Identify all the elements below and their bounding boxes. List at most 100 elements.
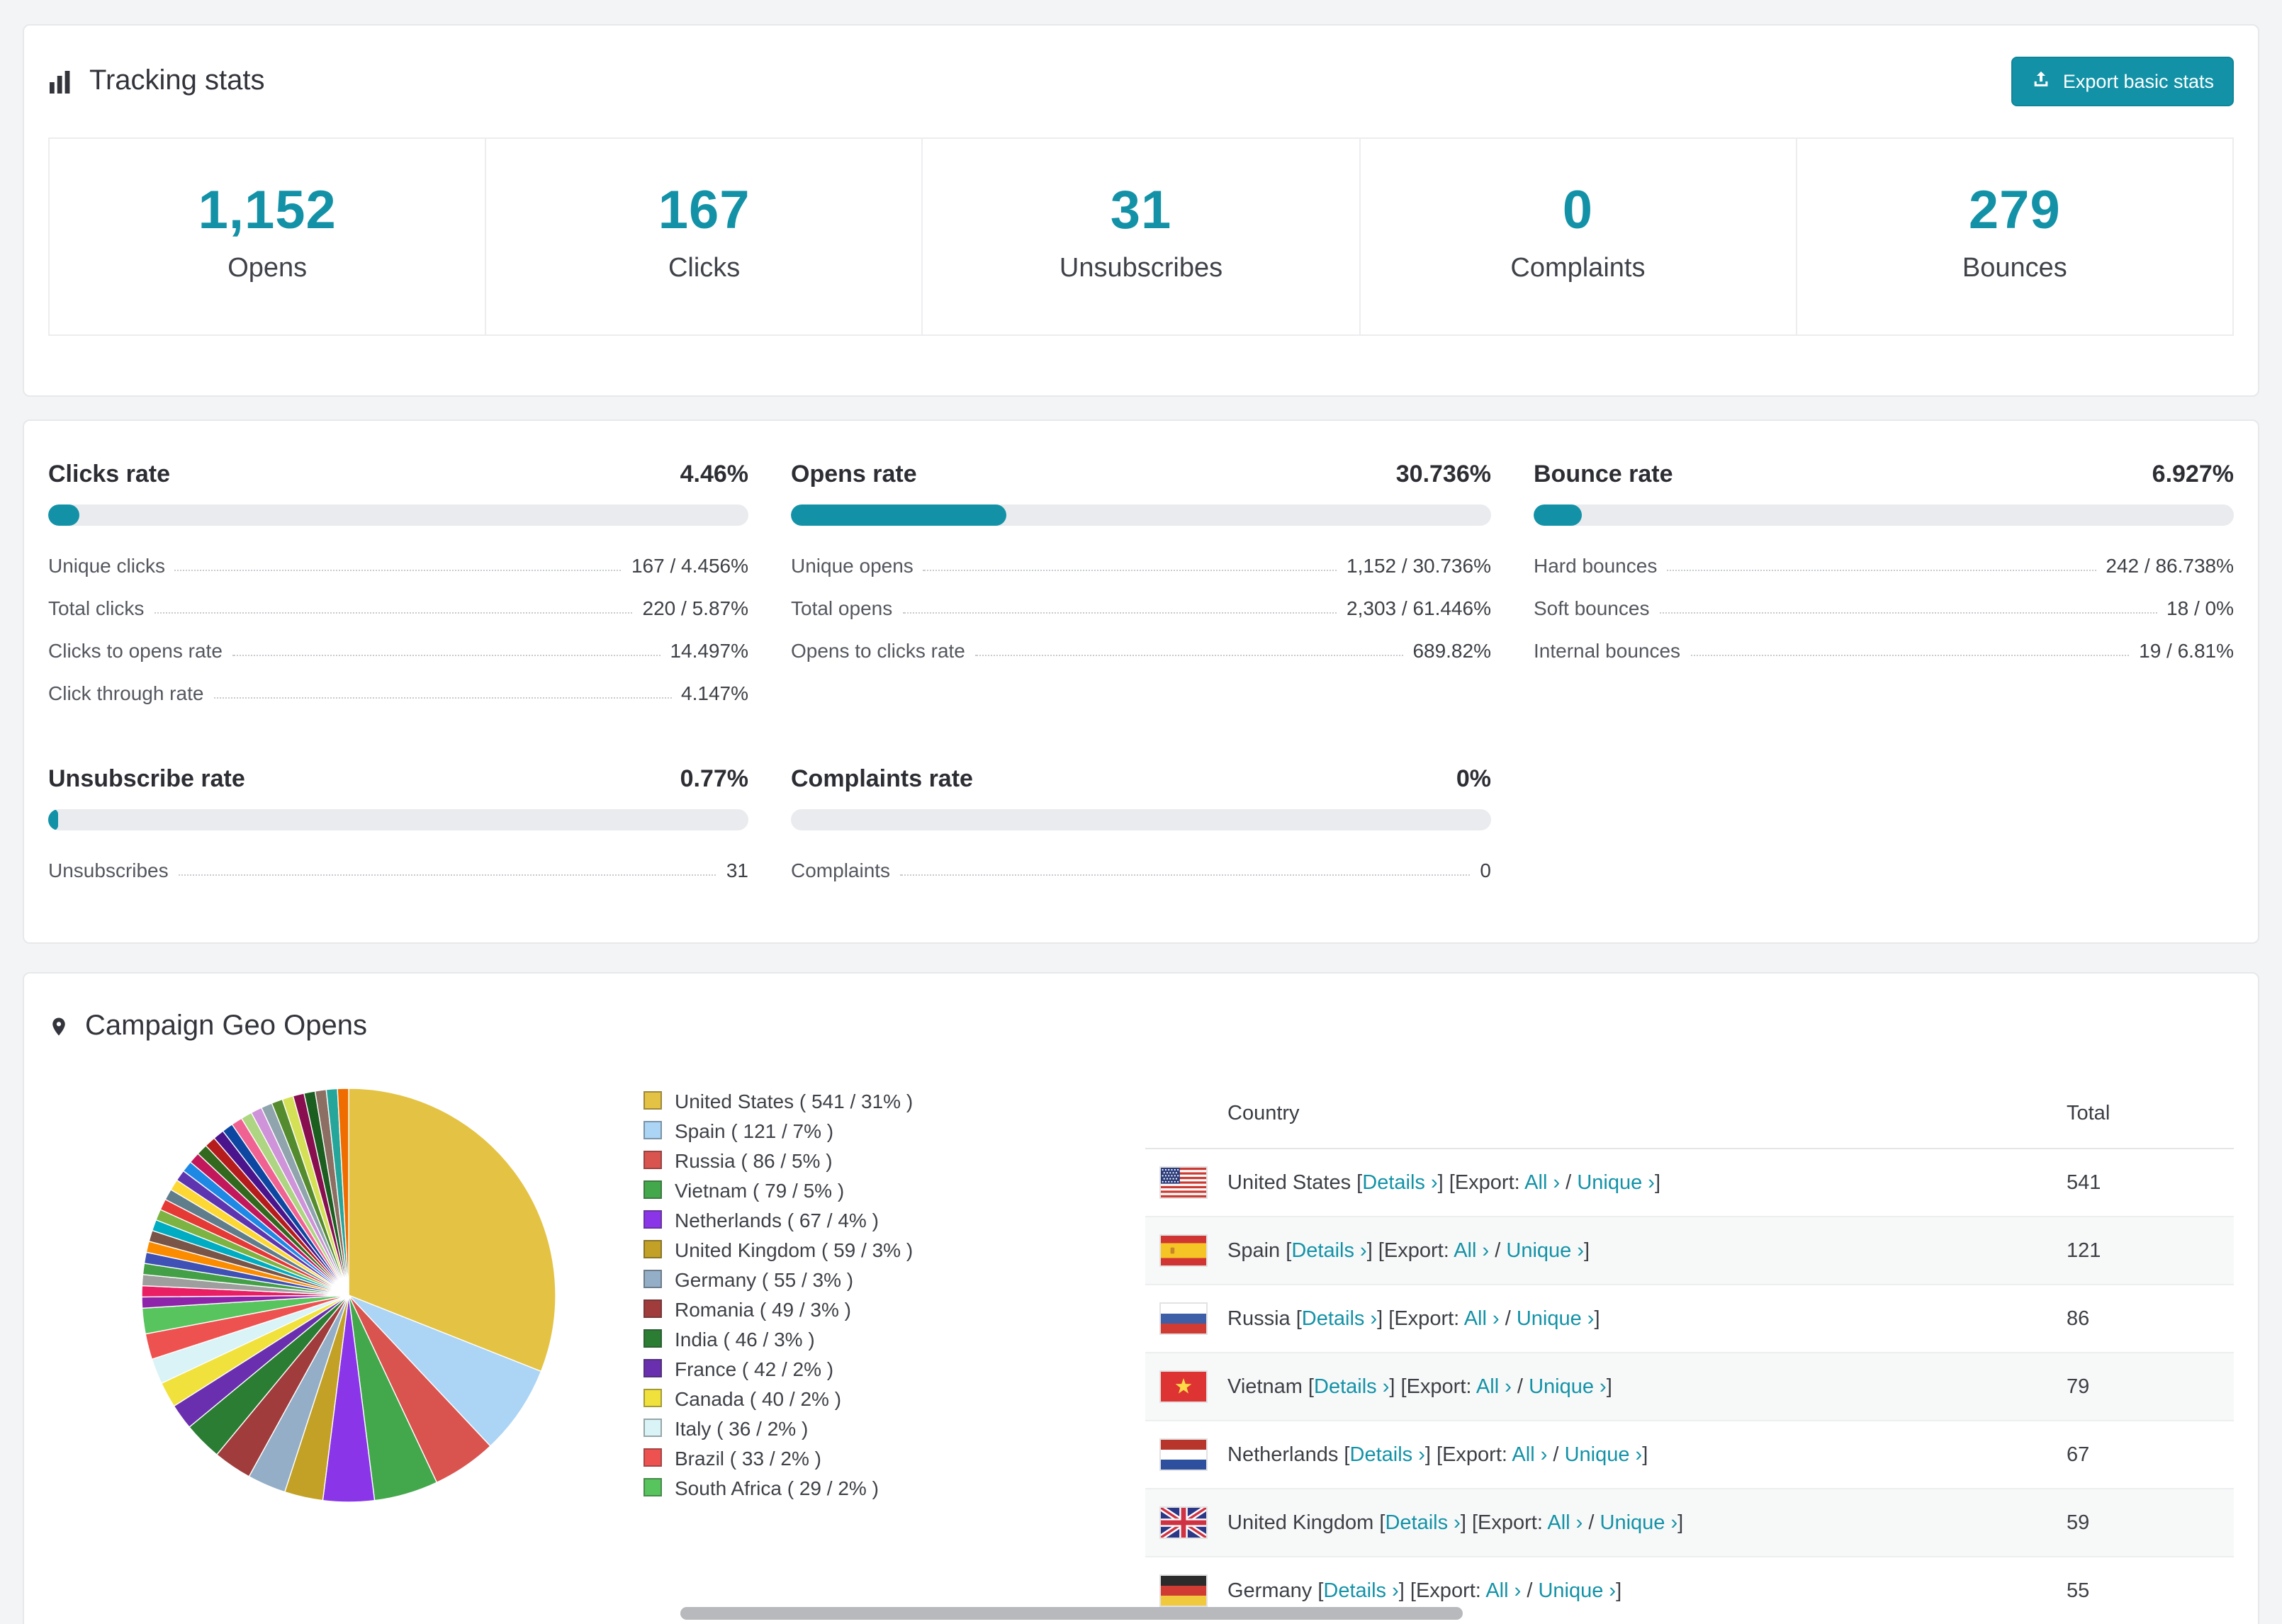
stat-row: Unique clicks 167 / 4.456% <box>48 544 748 587</box>
country-name: Germany <box>1227 1579 1313 1602</box>
total-cell: 79 <box>2067 1375 2090 1398</box>
rate-panel: Complaints rate 0% Complaints 0 <box>791 765 1491 891</box>
country-cell: United Kingdom [Details ›] [Export: All … <box>1227 1511 1684 1534</box>
dotted-leader <box>1659 612 2157 614</box>
rate-panel: Clicks rate 4.46% Unique clicks 167 / 4.456… <box>48 461 748 714</box>
summary-value: 31 <box>1110 181 1172 241</box>
card-title: Tracking stats <box>89 65 265 96</box>
stat-row: Complaints 0 <box>791 849 1491 891</box>
stat-value: 31 <box>726 859 748 881</box>
flag-nl-icon <box>1159 1438 1208 1471</box>
details-link[interactable]: Details › <box>1314 1375 1389 1398</box>
legend-item: United States ( 541 / 31% ) <box>643 1086 1106 1115</box>
geo-title-group: Campaign Geo Opens <box>48 1010 367 1043</box>
export-label: Export: <box>1394 1307 1460 1330</box>
stat-value: 19 / 6.81% <box>2139 639 2234 662</box>
export-all-link[interactable]: All › <box>1547 1511 1583 1534</box>
legend-item: Vietnam ( 79 / 5% ) <box>643 1175 1106 1205</box>
total-cell: 541 <box>2067 1171 2101 1194</box>
stat-value: 220 / 5.87% <box>642 597 748 619</box>
horizontal-scrollbar-thumb[interactable] <box>680 1607 1463 1620</box>
stat-label: Complaints <box>791 859 891 881</box>
progress-bar-fill <box>791 504 1006 526</box>
details-link[interactable]: Details › <box>1323 1579 1398 1602</box>
details-link[interactable]: Details › <box>1385 1511 1460 1534</box>
export-all-link[interactable]: All › <box>1524 1171 1560 1194</box>
export-label: Export: <box>1383 1239 1449 1262</box>
export-unique-link[interactable]: Unique › <box>1517 1307 1595 1330</box>
legend-item: South Africa ( 29 / 2% ) <box>643 1472 1106 1502</box>
progress-bar <box>48 504 748 526</box>
location-pin-icon <box>48 1013 69 1040</box>
export-all-link[interactable]: All › <box>1476 1375 1512 1398</box>
summary-cell-unsubscribes: 31 Unsubscribes <box>921 139 1359 334</box>
stat-value: 2,303 / 61.446% <box>1347 597 1491 619</box>
stat-row: Unique opens 1,152 / 30.736% <box>791 544 1491 587</box>
legend-swatch <box>643 1270 662 1288</box>
export-unique-link[interactable]: Unique › <box>1600 1511 1678 1534</box>
progress-bar <box>48 809 748 830</box>
export-all-link[interactable]: All › <box>1454 1239 1489 1262</box>
progress-bar <box>1534 504 2234 526</box>
flag-us-icon <box>1159 1166 1208 1199</box>
total-cell: 67 <box>2067 1443 2090 1466</box>
legend-label: Vietnam ( 79 / 5% ) <box>675 1178 845 1201</box>
geo-table-row: Netherlands [Details ›] [Export: All › /… <box>1145 1421 2234 1489</box>
dotted-leader <box>174 570 622 571</box>
rate-rows: Unique opens 1,152 / 30.736% Total opens 2,… <box>791 544 1491 672</box>
progress-bar <box>791 809 1491 830</box>
bar-chart-icon <box>48 69 74 94</box>
export-unique-link[interactable]: Unique › <box>1529 1375 1607 1398</box>
progress-bar-fill <box>1534 504 1583 526</box>
rate-title: Bounce rate <box>1534 461 1673 487</box>
legend-label: United Kingdom ( 59 / 3% ) <box>675 1238 914 1261</box>
legend-label: Canada ( 40 / 2% ) <box>675 1387 842 1409</box>
details-link[interactable]: Details › <box>1350 1443 1425 1466</box>
total-header: Total <box>2067 1103 2110 1125</box>
export-label: Export: <box>1406 1375 1472 1398</box>
details-link[interactable]: Details › <box>1291 1239 1366 1262</box>
export-button-label: Export basic stats <box>2062 71 2214 92</box>
details-link[interactable]: Details › <box>1302 1307 1377 1330</box>
legend-item: India ( 46 / 3% ) <box>643 1324 1106 1353</box>
summary-value: 167 <box>658 181 751 241</box>
geo-table-body: United States [Details ›] [Export: All ›… <box>1145 1149 2234 1624</box>
country-name: Vietnam <box>1227 1375 1303 1398</box>
details-link[interactable]: Details › <box>1362 1171 1437 1194</box>
stat-row: Internal bounces 19 / 6.81% <box>1534 629 2234 672</box>
export-label: Export: <box>1415 1579 1481 1602</box>
total-cell: 121 <box>2067 1239 2101 1262</box>
geo-legend: United States ( 541 / 31% ) Spain ( 121 /… <box>643 1083 1106 1502</box>
flag-es-icon <box>1159 1234 1208 1267</box>
legend-item: Germany ( 55 / 3% ) <box>643 1264 1106 1294</box>
stat-label: Clicks to opens rate <box>48 639 223 662</box>
export-unique-link[interactable]: Unique › <box>1506 1239 1584 1262</box>
stat-label: Total opens <box>791 597 893 619</box>
summary-row: 1,152 Opens 167 Clicks 31 Unsubscribes 0 Compla… <box>48 137 2234 336</box>
country-cell: Germany [Details ›] [Export: All › / Uni… <box>1227 1579 1622 1602</box>
dotted-leader <box>902 612 1337 614</box>
legend-label: South Africa ( 29 / 2% ) <box>675 1476 879 1499</box>
legend-label: Russia ( 86 / 5% ) <box>675 1149 833 1171</box>
export-basic-stats-button[interactable]: Export basic stats <box>2011 57 2234 106</box>
rate-title: Clicks rate <box>48 461 170 487</box>
legend-label: France ( 42 / 2% ) <box>675 1357 834 1380</box>
export-all-link[interactable]: All › <box>1485 1579 1521 1602</box>
legend-label: Spain ( 121 / 7% ) <box>675 1119 834 1141</box>
export-unique-link[interactable]: Unique › <box>1538 1579 1616 1602</box>
summary-label: Clicks <box>668 254 741 283</box>
export-label: Export: <box>1442 1443 1507 1466</box>
stat-value: 689.82% <box>1412 639 1491 662</box>
summary-cell-complaints: 0 Complaints <box>1359 139 1795 334</box>
legend-label: Romania ( 49 / 3% ) <box>675 1297 851 1320</box>
export-unique-link[interactable]: Unique › <box>1565 1443 1643 1466</box>
dotted-leader <box>923 570 1337 571</box>
export-all-link[interactable]: All › <box>1512 1443 1547 1466</box>
summary-cell-opens: 1,152 Opens <box>50 139 485 334</box>
legend-swatch <box>643 1389 662 1407</box>
rate-value: 0% <box>1456 765 1491 792</box>
rate-title: Unsubscribe rate <box>48 765 245 792</box>
export-unique-link[interactable]: Unique › <box>1577 1171 1655 1194</box>
export-all-link[interactable]: All › <box>1464 1307 1500 1330</box>
country-name: Spain <box>1227 1239 1281 1262</box>
